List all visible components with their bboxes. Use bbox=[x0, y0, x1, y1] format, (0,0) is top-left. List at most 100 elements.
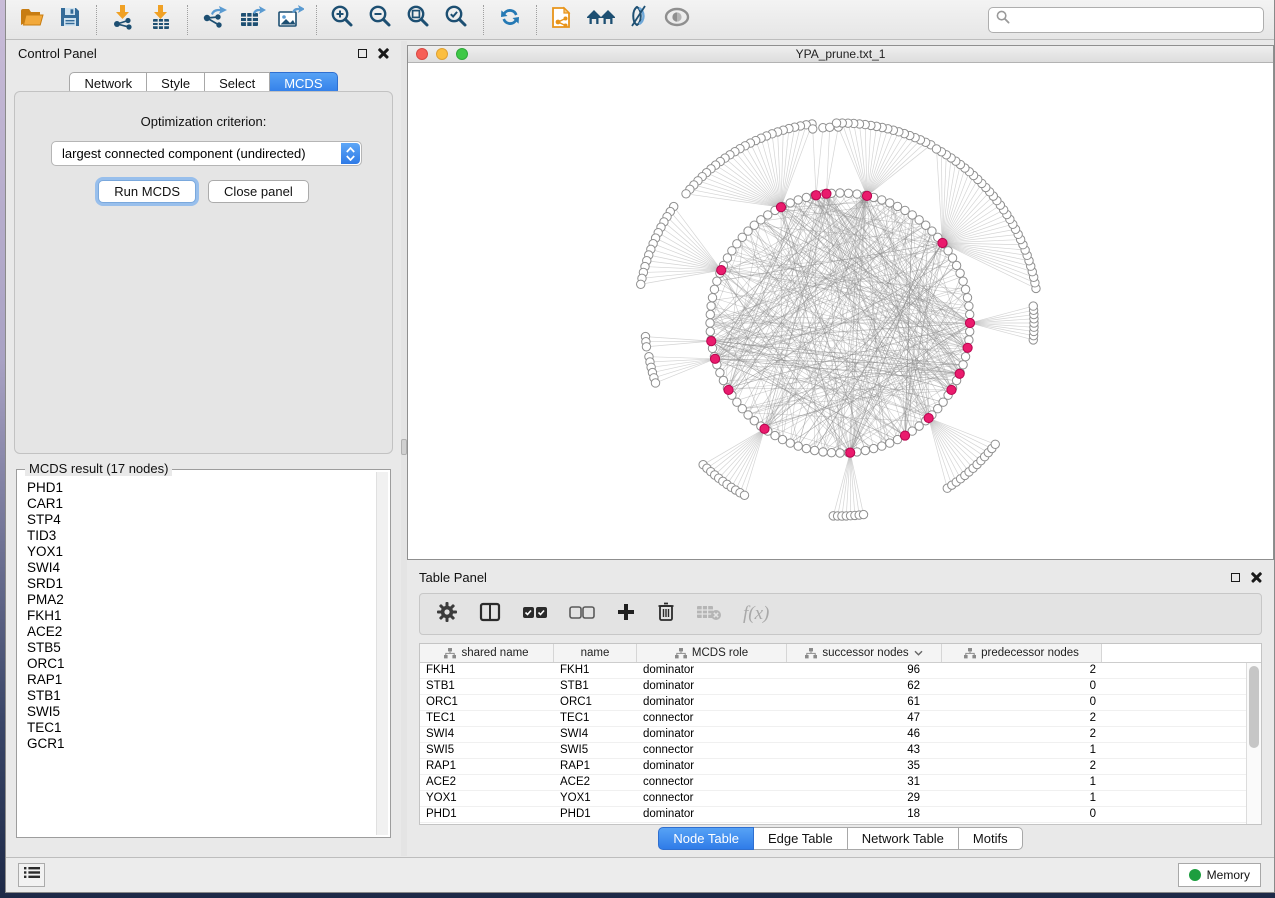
toolbar-separator bbox=[483, 5, 484, 35]
import-table-button[interactable] bbox=[145, 4, 177, 36]
delete-table-icon bbox=[696, 603, 722, 626]
deselect-all-button[interactable] bbox=[569, 605, 595, 624]
result-item[interactable]: SRD1 bbox=[27, 576, 374, 592]
table-panel-titlebar: Table Panel bbox=[407, 565, 1274, 589]
show-graphics-details-button[interactable] bbox=[661, 4, 693, 36]
delete-table-button[interactable] bbox=[696, 603, 722, 626]
float-panel-icon[interactable] bbox=[358, 49, 367, 58]
function-builder-button[interactable]: f(x) bbox=[743, 603, 769, 625]
memory-button[interactable]: Memory bbox=[1178, 863, 1261, 887]
close-panel-icon[interactable] bbox=[378, 48, 389, 59]
optimization-criterion-label: Optimization criterion: bbox=[15, 114, 392, 129]
table-scrollbar[interactable] bbox=[1246, 663, 1261, 824]
table-row[interactable]: TEC1TEC1connector472 bbox=[420, 711, 1246, 727]
table-row[interactable]: PHD1PHD1dominator180 bbox=[420, 807, 1246, 823]
column-header-shared-name[interactable]: shared name bbox=[420, 644, 554, 662]
node-table: shared name name MCDS role successor nod… bbox=[419, 643, 1262, 825]
table-header: shared name name MCDS role successor nod… bbox=[420, 644, 1261, 663]
gear-icon bbox=[436, 601, 458, 628]
result-item[interactable]: TEC1 bbox=[27, 720, 374, 736]
result-item[interactable]: STB1 bbox=[27, 688, 374, 704]
column-header-predecessor-nodes[interactable]: predecessor nodes bbox=[942, 644, 1102, 662]
refresh-button[interactable] bbox=[494, 4, 526, 36]
export-image-button[interactable] bbox=[274, 4, 306, 36]
table-row[interactable]: STB1STB1dominator620 bbox=[420, 679, 1246, 695]
open-recent-button[interactable] bbox=[585, 4, 617, 36]
hide-graphics-details-button[interactable] bbox=[623, 4, 655, 36]
run-mcds-button[interactable]: Run MCDS bbox=[98, 180, 196, 203]
table-scrollbar-thumb[interactable] bbox=[1249, 666, 1259, 748]
result-item[interactable]: SWI5 bbox=[27, 704, 374, 720]
column-header-name[interactable]: name bbox=[554, 644, 637, 662]
main-area: Control Panel Network Style Select MCDS … bbox=[6, 41, 1274, 856]
column-label: shared name bbox=[461, 647, 528, 659]
show-columns-button[interactable] bbox=[479, 602, 501, 627]
result-list-scrollbar[interactable] bbox=[376, 472, 388, 835]
network-from-file-button[interactable] bbox=[547, 4, 579, 36]
column-header-mcds-role[interactable]: MCDS role bbox=[637, 644, 787, 662]
export-table-button[interactable] bbox=[236, 4, 268, 36]
toolbar-separator bbox=[187, 5, 188, 35]
column-label: successor nodes bbox=[822, 647, 908, 659]
tree-icon bbox=[444, 648, 456, 659]
tab-network-table[interactable]: Network Table bbox=[848, 827, 959, 850]
zoom-selected-icon bbox=[444, 4, 470, 35]
result-item[interactable]: STB5 bbox=[27, 640, 374, 656]
criterion-dropdown[interactable]: largest connected component (undirected) bbox=[51, 141, 362, 166]
tree-icon bbox=[805, 648, 817, 659]
result-item[interactable]: GCR1 bbox=[27, 736, 374, 752]
result-item[interactable]: STP4 bbox=[27, 512, 374, 528]
checked-boxes-icon bbox=[522, 605, 548, 624]
result-item[interactable]: CAR1 bbox=[27, 496, 374, 512]
tab-motifs[interactable]: Motifs bbox=[959, 827, 1023, 850]
zoom-selected-button[interactable] bbox=[441, 4, 473, 36]
select-all-button[interactable] bbox=[522, 605, 548, 624]
tab-node-table[interactable]: Node Table bbox=[658, 827, 754, 850]
result-item[interactable]: ORC1 bbox=[27, 656, 374, 672]
export-network-button[interactable] bbox=[198, 4, 230, 36]
result-item[interactable]: FKH1 bbox=[27, 608, 374, 624]
mcds-result-list[interactable]: PHD1 CAR1 STP4 TID3 YOX1 SWI4 SRD1 PMA2 … bbox=[17, 474, 374, 835]
houses-icon bbox=[585, 5, 617, 34]
zoom-fit-icon bbox=[406, 4, 432, 35]
table-row[interactable]: ACE2ACE2connector311 bbox=[420, 775, 1246, 791]
table-row[interactable]: SWI4SWI4dominator462 bbox=[420, 727, 1246, 743]
float-table-panel-icon[interactable] bbox=[1231, 573, 1240, 582]
zoom-out-button[interactable] bbox=[365, 4, 397, 36]
control-panel-titlebar: Control Panel bbox=[6, 41, 401, 65]
table-body[interactable]: FKH1FKH1dominator962 STB1STB1dominator62… bbox=[420, 663, 1246, 824]
memory-label: Memory bbox=[1207, 868, 1250, 882]
zoom-fit-button[interactable] bbox=[403, 4, 435, 36]
task-history-button[interactable] bbox=[18, 863, 45, 887]
table-row[interactable]: ORC1ORC1dominator610 bbox=[420, 695, 1246, 711]
network-window-titlebar: YPA_prune.txt_1 bbox=[408, 46, 1273, 63]
save-session-button[interactable] bbox=[54, 4, 86, 36]
result-item[interactable]: PHD1 bbox=[27, 480, 374, 496]
result-item[interactable]: YOX1 bbox=[27, 544, 374, 560]
table-row[interactable]: SWI5SWI5connector431 bbox=[420, 743, 1246, 759]
table-row[interactable]: RAP1RAP1dominator352 bbox=[420, 759, 1246, 775]
result-item[interactable]: TID3 bbox=[27, 528, 374, 544]
import-network-button[interactable] bbox=[107, 4, 139, 36]
column-label: MCDS role bbox=[692, 647, 748, 659]
delete-column-button[interactable] bbox=[657, 601, 675, 627]
open-session-button[interactable] bbox=[16, 4, 48, 36]
result-item[interactable]: ACE2 bbox=[27, 624, 374, 640]
table-settings-button[interactable] bbox=[436, 601, 458, 628]
table-row[interactable]: FKH1FKH1dominator962 bbox=[420, 663, 1246, 679]
close-panel-button[interactable]: Close panel bbox=[208, 180, 309, 203]
network-graph[interactable] bbox=[408, 63, 1273, 559]
result-item[interactable]: RAP1 bbox=[27, 672, 374, 688]
column-header-successor-nodes[interactable]: successor nodes bbox=[787, 644, 942, 662]
table-row[interactable]: YOX1YOX1connector291 bbox=[420, 791, 1246, 807]
tab-edge-table[interactable]: Edge Table bbox=[754, 827, 848, 850]
tree-icon bbox=[675, 648, 687, 659]
search-box[interactable] bbox=[988, 7, 1264, 33]
result-item[interactable]: PMA2 bbox=[27, 592, 374, 608]
network-canvas[interactable] bbox=[408, 63, 1273, 559]
search-input[interactable] bbox=[1015, 13, 1256, 27]
result-item[interactable]: SWI4 bbox=[27, 560, 374, 576]
add-column-button[interactable] bbox=[616, 602, 636, 627]
zoom-in-button[interactable] bbox=[327, 4, 359, 36]
close-table-panel-icon[interactable] bbox=[1251, 572, 1262, 583]
